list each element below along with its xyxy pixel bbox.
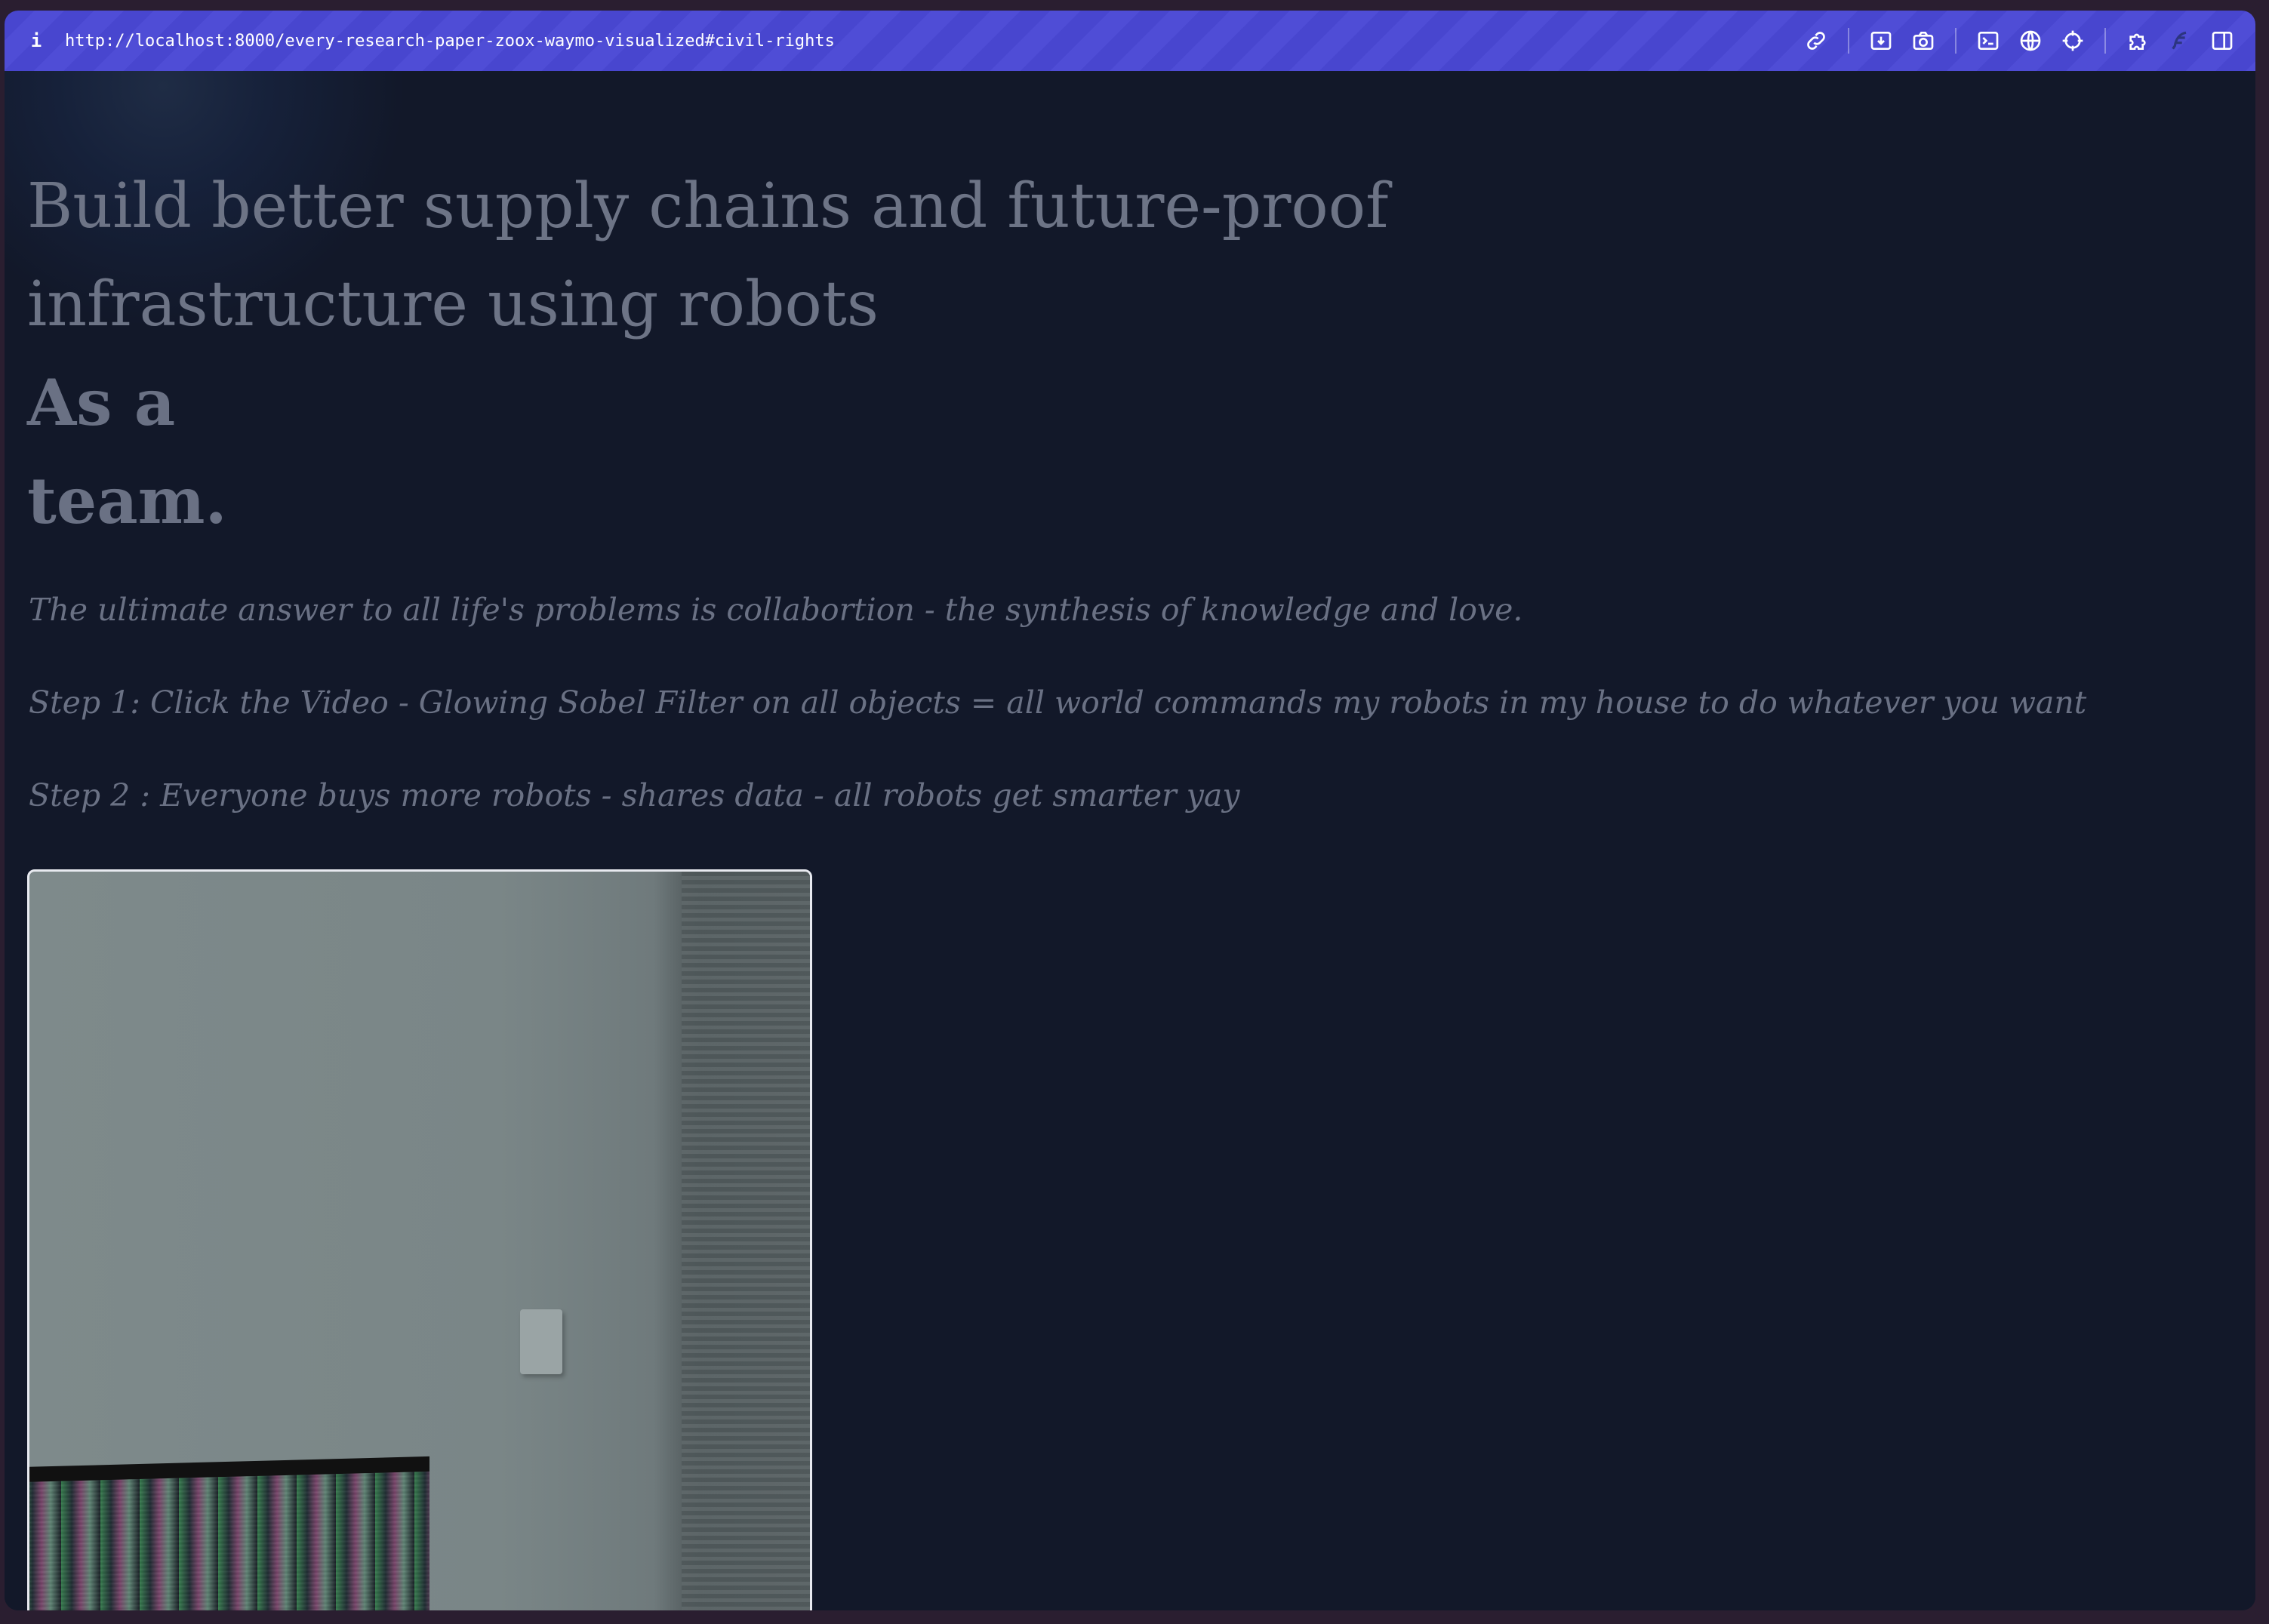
monitor xyxy=(29,1456,429,1610)
window-blinds xyxy=(682,872,810,1610)
address-bar[interactable]: i http://localhost:8000/every-research-p… xyxy=(5,11,2255,71)
webcam-video[interactable] xyxy=(27,869,812,1610)
info-icon[interactable]: i xyxy=(21,30,51,51)
toolbar-divider xyxy=(1955,28,1957,54)
crosshair-icon[interactable] xyxy=(2056,24,2089,57)
browser-window: i http://localhost:8000/every-research-p… xyxy=(5,11,2255,1610)
monitor-screen xyxy=(29,1471,429,1610)
camera-icon[interactable] xyxy=(1907,24,1940,57)
toolbar xyxy=(1795,11,2243,71)
extension-icon[interactable] xyxy=(2121,24,2154,57)
toolbar-divider xyxy=(1848,28,1849,54)
globe-icon[interactable] xyxy=(2014,24,2047,57)
page-content: Build better supply chains and future-pr… xyxy=(5,71,2255,1610)
step-1-text: Step 1: Click the Video - Glowing Sobel … xyxy=(29,684,2087,721)
team-heading-line-1: As a xyxy=(27,365,176,440)
url-text[interactable]: http://localhost:8000/every-research-pap… xyxy=(65,32,835,51)
light-switch xyxy=(520,1309,562,1374)
feather-icon[interactable] xyxy=(2163,24,2197,57)
page-title: Build better supply chains and future-pr… xyxy=(27,171,1389,340)
link-icon[interactable] xyxy=(1799,24,1833,57)
save-page-icon[interactable] xyxy=(1864,24,1898,57)
step-2-text: Step 2 : Everyone buys more robots - sha… xyxy=(29,777,1240,814)
team-heading-line-2: team. xyxy=(27,463,227,538)
sidebar-icon[interactable] xyxy=(2206,24,2239,57)
terminal-icon[interactable] xyxy=(1972,24,2005,57)
toolbar-divider xyxy=(2104,28,2106,54)
tagline-quote: The ultimate answer to all life's proble… xyxy=(29,592,1523,628)
